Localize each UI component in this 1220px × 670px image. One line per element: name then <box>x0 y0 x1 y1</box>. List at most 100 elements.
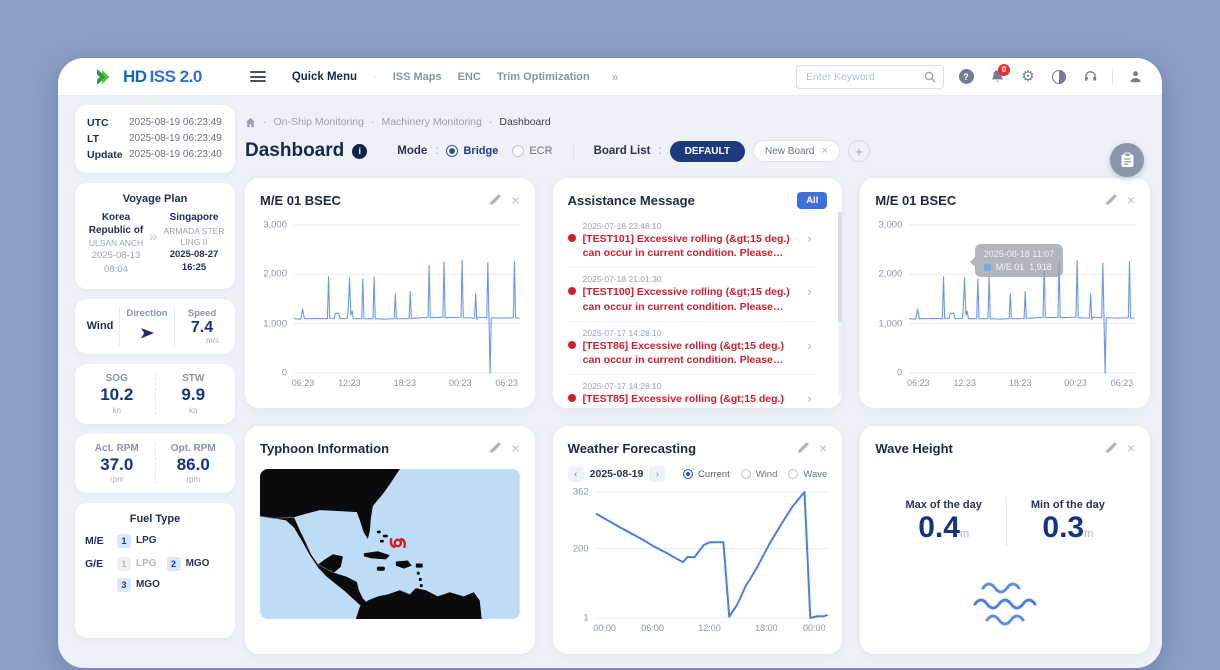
search-input[interactable] <box>804 70 924 84</box>
board-clipboard-button[interactable] <box>1110 143 1144 177</box>
app-logo[interactable]: HDISS 2.0 <box>96 67 202 87</box>
assistance-message-list: 2025-07-18 23:48:10[TEST101] Excessive r… <box>568 215 828 408</box>
mode-radio-ecr[interactable]: ECR <box>512 145 552 157</box>
card-title: M/E 01 BSEC <box>875 193 956 208</box>
radio-icon[interactable] <box>741 469 751 479</box>
stw-cell: STW 9.9 kn <box>155 373 232 414</box>
wind-label: Wind <box>81 307 119 347</box>
card-title: Typhoon Information <box>260 441 389 456</box>
remove-board-icon[interactable]: × <box>821 145 827 157</box>
wave-max-cell: Max of the day 0.4m <box>881 499 1005 546</box>
menu-item-iss-maps[interactable]: ISS Maps <box>393 71 442 83</box>
fuel-badge: 2MGO <box>167 557 210 571</box>
breadcrumb-item[interactable]: Machinery Monitoring <box>381 116 481 128</box>
close-icon[interactable]: × <box>1127 441 1135 455</box>
menu-item-enc[interactable]: ENC <box>458 71 481 83</box>
scrollbar[interactable] <box>838 212 842 396</box>
chevron-right-icon: › <box>807 231 817 260</box>
wind-card: Wind Direction Speed 7.4 m/s <box>75 299 235 355</box>
dashboard-grid: M/E 01 BSEC × 3,0002,0001,0000 06:2312:2… <box>245 178 1150 654</box>
home-icon[interactable] <box>245 117 256 128</box>
me-fuel-row: M/E 1LPG <box>85 534 225 548</box>
info-icon[interactable]: i <box>352 144 367 159</box>
time-card: UTC2025-08-19 06:23:49 LT2025-08-19 06:2… <box>75 105 235 173</box>
board-new-pill[interactable]: New Board × <box>753 140 840 162</box>
assistance-message-item[interactable]: 2025-07-18 23:48:10[TEST101] Excessive r… <box>568 215 818 268</box>
top-navbar: HDISS 2.0 Quick Menu · ISS Maps ENC Trim… <box>58 58 1162 96</box>
y-axis-tick: 362 <box>573 487 589 498</box>
weather-radio-wind[interactable]: Wind <box>741 469 778 480</box>
radio-icon[interactable] <box>512 145 524 157</box>
mode-radio-bridge[interactable]: Bridge <box>446 145 498 157</box>
menu-item-quick-menu[interactable]: Quick Menu <box>292 71 357 83</box>
help-icon[interactable]: ? <box>957 68 975 86</box>
user-profile-icon[interactable] <box>1126 68 1144 86</box>
notification-bell-icon[interactable]: 0 <box>988 68 1006 86</box>
x-axis-tick: 18:23 <box>1009 378 1032 388</box>
update-time-row: Update2025-08-19 06:23:40 <box>87 147 223 163</box>
edit-pencil-icon[interactable] <box>489 442 501 454</box>
contrast-theme-icon[interactable] <box>1050 68 1068 86</box>
x-axis-tick: 00:23 <box>1064 378 1087 388</box>
y-axis-tick: 1 <box>583 613 588 624</box>
alert-dot-icon <box>568 341 576 349</box>
fuel-type-title: Fuel Type <box>85 513 225 525</box>
fuel-badge: 3MGO <box>117 578 160 592</box>
assistance-message-item[interactable]: 2025-07-18 21:01:30[TEST100] Excessive r… <box>568 268 818 321</box>
close-icon[interactable]: × <box>511 441 519 455</box>
search-icon[interactable] <box>924 71 936 83</box>
x-axis-tick: 18:23 <box>394 378 417 388</box>
close-icon[interactable]: × <box>511 193 519 207</box>
y-axis-tick: 0 <box>897 368 902 379</box>
prev-date-button[interactable]: ‹ <box>568 466 584 482</box>
x-axis-tick: 00:00 <box>803 623 826 633</box>
x-axis-tick: 06:23 <box>495 378 518 388</box>
typhoon-map[interactable] <box>260 469 520 619</box>
x-axis-tick: 12:23 <box>953 378 976 388</box>
y-axis: 3,0002,0001,0000 <box>260 225 294 373</box>
y-axis: 3622001 <box>568 492 596 618</box>
headset-support-icon[interactable] <box>1081 68 1099 86</box>
voyage-plan-card: Voyage Plan Korea Republic of ULSAN ANCH… <box>75 183 235 289</box>
line-chart-plot <box>294 225 520 373</box>
typhoon-information-card: Typhoon Information × <box>245 426 535 654</box>
chevron-right-icon: › <box>807 284 817 313</box>
voyage-plan-title: Voyage Plan <box>83 193 227 205</box>
menu-item-trim-optimization[interactable]: Trim Optimization <box>497 71 590 83</box>
menu-toggle-icon[interactable] <box>250 71 266 82</box>
edit-pencil-icon[interactable] <box>1105 194 1117 206</box>
y-axis-tick: 0 <box>282 368 287 379</box>
line-chart-plot: 2025-08-18 11:07 M/E 011,918 <box>909 225 1135 373</box>
menu-more-icon[interactable]: » <box>612 70 619 84</box>
message-text: [TEST101] Excessive rolling (&gt;15 deg.… <box>583 232 804 260</box>
fuel-type-card: Fuel Type M/E 1LPG G/E 1LPG 2MGO 3MGO <box>75 503 235 638</box>
weather-layer-radio-group: Current Wind Wave <box>683 469 827 480</box>
weather-radio-current[interactable]: Current <box>683 469 730 480</box>
x-axis: 06:2312:2318:2300:2306:23 <box>294 378 516 391</box>
assistance-message-item[interactable]: 2025-07-17 14:28:10[TEST86] Excessive ro… <box>568 322 818 375</box>
weather-radio-wave[interactable]: Wave <box>788 469 827 480</box>
board-default-pill[interactable]: DEFAULT <box>670 141 745 162</box>
settings-gear-icon[interactable]: ⚙ <box>1019 68 1037 86</box>
edit-pencil-icon[interactable] <box>797 442 809 454</box>
filter-all-badge[interactable]: All <box>797 192 827 209</box>
x-axis: 06:2312:2318:2300:2306:23 <box>909 378 1131 391</box>
radio-icon[interactable] <box>788 469 798 479</box>
edit-pencil-icon[interactable] <box>1105 442 1117 454</box>
radio-icon[interactable] <box>446 145 458 157</box>
close-icon[interactable]: × <box>1127 193 1135 207</box>
board-list: Board List : DEFAULT New Board × + <box>594 140 870 162</box>
speed-card: SOG 10.2 kn STW 9.9 kn <box>75 364 235 423</box>
add-board-button[interactable]: + <box>848 140 870 162</box>
next-date-button[interactable]: › <box>649 466 665 482</box>
close-icon[interactable]: × <box>819 441 827 455</box>
breadcrumb-item[interactable]: On-Ship Monitoring <box>274 116 364 128</box>
ge-fuel-row: G/E 1LPG 2MGO 3MGO <box>85 557 225 592</box>
rpm-card: Act. RPM 37.0 rpm Opt. RPM 86.0 rpm <box>75 434 235 493</box>
header-divider <box>573 144 574 159</box>
card-title: Assistance Message <box>568 193 695 208</box>
radio-icon[interactable] <box>683 469 693 479</box>
assistance-message-item[interactable]: 2025-07-17 14:28:10[TEST85] Excessive ro… <box>568 375 818 408</box>
lt-time-row: LT2025-08-19 06:23:49 <box>87 131 223 147</box>
edit-pencil-icon[interactable] <box>489 194 501 206</box>
